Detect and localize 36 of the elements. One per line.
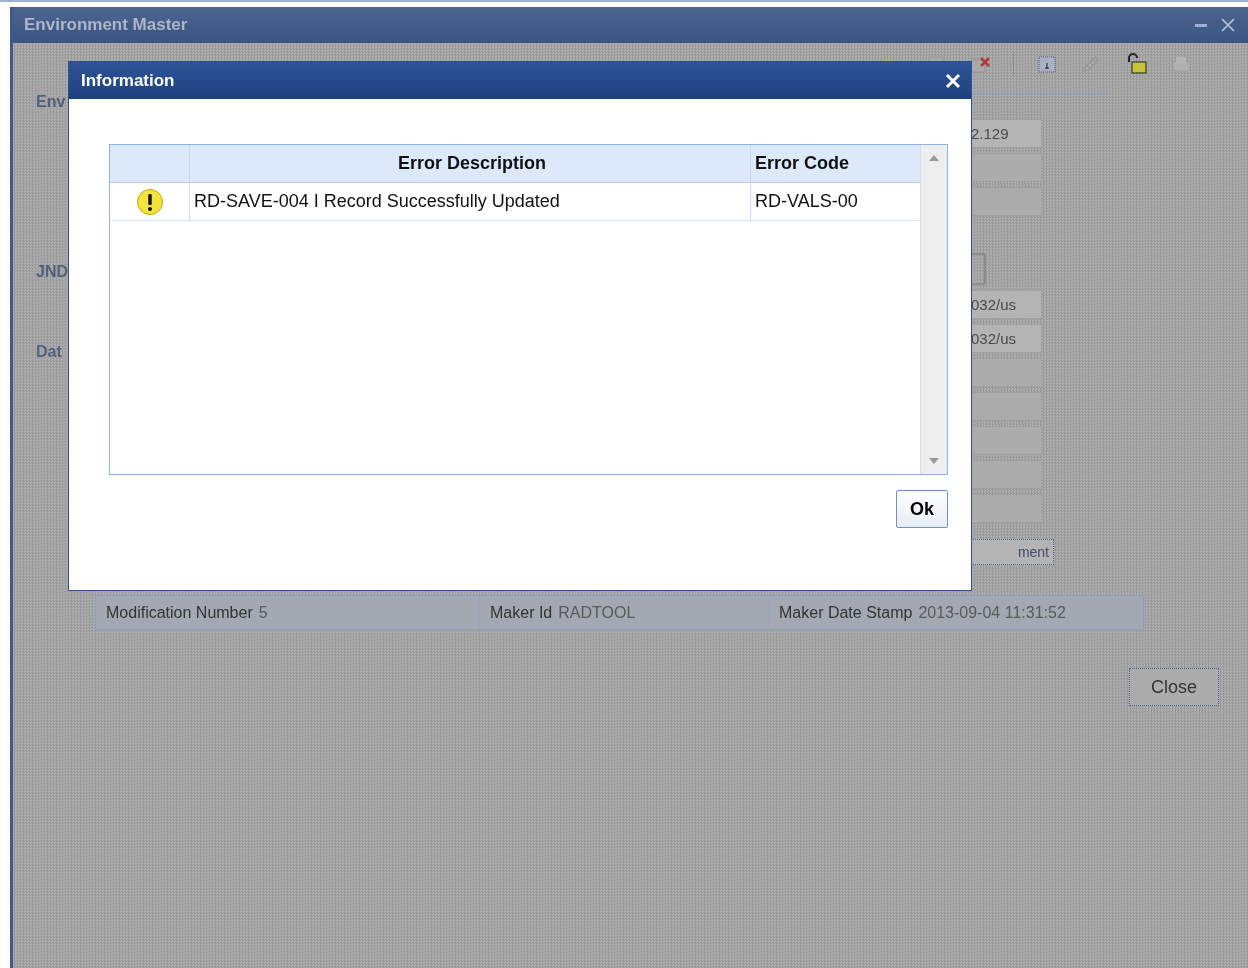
input-field[interactable]: 032/us xyxy=(970,324,1042,353)
input-field[interactable] xyxy=(970,358,1042,387)
input-field[interactable] xyxy=(970,460,1042,489)
audit-label: Maker Date Stamp xyxy=(779,603,913,622)
scroll-down-icon[interactable] xyxy=(929,458,939,464)
close-icon[interactable] xyxy=(1220,17,1236,33)
input-field[interactable] xyxy=(970,494,1042,523)
document-icon[interactable] xyxy=(1036,54,1058,74)
minimize-icon[interactable] xyxy=(1194,22,1208,28)
table-cell-text: RD-VALS-00 xyxy=(754,190,859,213)
form-button[interactable]: ment xyxy=(970,539,1054,565)
table-cell: RD-SAVE-004 I Record Successfully Updated xyxy=(190,183,751,220)
input-field[interactable]: 032/us xyxy=(970,290,1042,319)
dialog-title: Information xyxy=(81,70,175,91)
input-field[interactable] xyxy=(970,392,1042,421)
audit-value: 2013-09-04 11:31:52 xyxy=(918,603,1066,622)
section-legend: Dat xyxy=(36,343,970,361)
ok-button[interactable]: Ok xyxy=(896,490,948,528)
audit-value: 5 xyxy=(258,603,268,622)
input-field[interactable] xyxy=(970,426,1042,455)
input-field[interactable]: 2.129 xyxy=(970,119,1042,148)
audit-label: Maker Id xyxy=(490,603,553,622)
window-title: Environment Master xyxy=(24,15,188,35)
delete-icon[interactable] xyxy=(969,54,991,74)
scrollbar[interactable] xyxy=(920,145,947,474)
section-legend: JND xyxy=(36,263,970,281)
close-button[interactable]: Close xyxy=(1129,668,1219,706)
audit-value: RADTOOL xyxy=(558,603,636,622)
column-header: Error Description xyxy=(190,145,751,182)
column-header: Error Code xyxy=(754,152,851,175)
scroll-up-icon[interactable] xyxy=(929,155,939,161)
section-legend: Env xyxy=(36,93,66,111)
warning-icon xyxy=(135,187,164,216)
input-field[interactable] xyxy=(970,153,1042,182)
input-field[interactable] xyxy=(970,187,1042,216)
audit-label: Modification Number xyxy=(106,603,253,622)
